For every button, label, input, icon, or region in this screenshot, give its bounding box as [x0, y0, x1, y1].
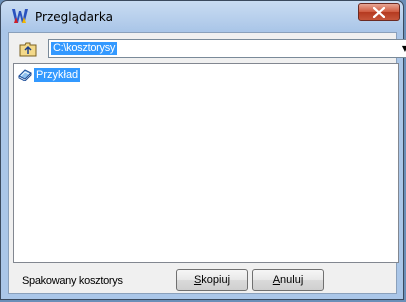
- dialog-body: C:\kosztorysy ▼ Przykład Spakowany koszt…: [8, 32, 406, 294]
- folder-tree[interactable]: Przykład: [13, 63, 399, 263]
- cancel-accelerator: A: [272, 274, 281, 286]
- chevron-down-icon[interactable]: ▼: [402, 44, 406, 53]
- path-value: C:\kosztorysy: [51, 42, 118, 55]
- path-combobox[interactable]: C:\kosztorysy ▼: [48, 39, 406, 58]
- copy-button[interactable]: Skopiuj: [176, 269, 248, 291]
- title-bar[interactable]: Przeglądarka: [1, 1, 403, 32]
- path-bar: C:\kosztorysy ▼: [9, 33, 406, 62]
- close-button[interactable]: [358, 3, 400, 21]
- tree-item-przyklad[interactable]: Przykład: [18, 67, 81, 82]
- window-title: Przeglądarka: [35, 10, 113, 24]
- app-logo-icon: [12, 9, 28, 23]
- up-folder-icon[interactable]: [19, 41, 37, 57]
- status-label: Spakowany kosztorys: [22, 275, 123, 287]
- cancel-label-rest: nuluj: [280, 274, 304, 286]
- browser-window: Przeglądarka C:\kosztorysy ▼ Przykład Sp…: [0, 0, 406, 300]
- tree-item-label: Przykład: [34, 67, 81, 82]
- book-icon: [18, 69, 32, 81]
- close-icon: [373, 6, 385, 18]
- copy-label-rest: kopiuj: [201, 274, 231, 286]
- cancel-button[interactable]: Anuluj: [252, 269, 324, 291]
